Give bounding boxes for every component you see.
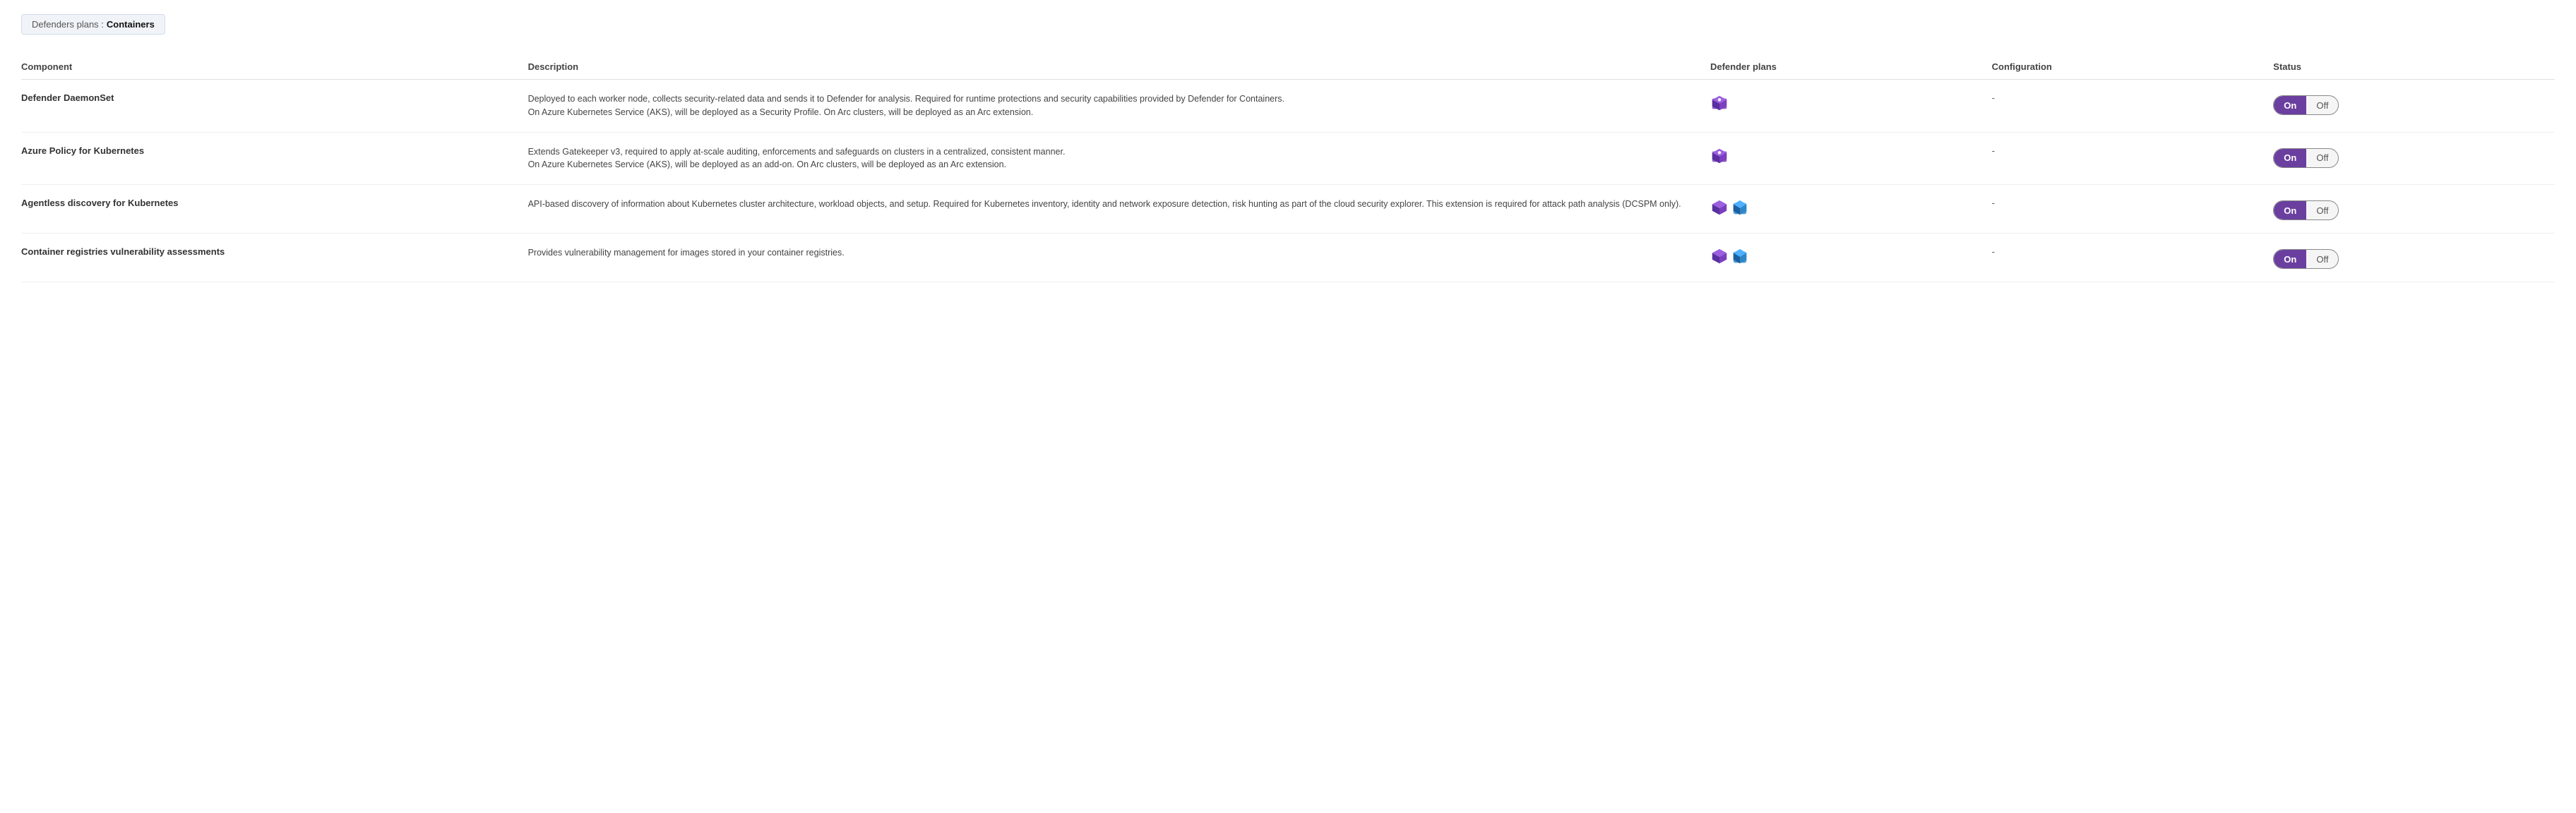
toggle-on-azure-policy-kubernetes[interactable]: On bbox=[2274, 149, 2306, 167]
status-container-registries-vulnerability: On Off bbox=[2273, 234, 2555, 282]
col-header-component: Component bbox=[21, 54, 528, 80]
table-row: Azure Policy for KubernetesExtends Gatek… bbox=[21, 132, 2555, 185]
toggle-container-agentless-discovery-kubernetes: On Off bbox=[2273, 200, 2546, 220]
toggle-container-container-registries-vulnerability: On Off bbox=[2273, 249, 2546, 269]
component-name-defender-daemonset: Defender DaemonSet bbox=[21, 80, 528, 133]
col-header-description: Description bbox=[528, 54, 1710, 80]
breadcrumb: Defenders plans : Containers bbox=[21, 14, 165, 35]
table-header-row: Component Description Defender plans Con… bbox=[21, 54, 2555, 80]
toggle-on-agentless-discovery-kubernetes[interactable]: On bbox=[2274, 201, 2306, 219]
col-header-configuration: Configuration bbox=[1992, 54, 2274, 80]
toggle-off-agentless-discovery-kubernetes[interactable]: Off bbox=[2306, 201, 2338, 219]
description-agentless-discovery-kubernetes: API-based discovery of information about… bbox=[528, 185, 1710, 234]
status-toggle-agentless-discovery-kubernetes[interactable]: On Off bbox=[2273, 200, 2339, 220]
configuration-defender-daemonset: - bbox=[1992, 80, 2274, 133]
toggle-off-azure-policy-kubernetes[interactable]: Off bbox=[2306, 149, 2338, 167]
toggle-on-defender-daemonset[interactable]: On bbox=[2274, 96, 2306, 114]
toggle-on-container-registries-vulnerability[interactable]: On bbox=[2274, 250, 2306, 268]
description-defender-daemonset: Deployed to each worker node, collects s… bbox=[528, 80, 1710, 133]
component-name-agentless-discovery-kubernetes: Agentless discovery for Kubernetes bbox=[21, 185, 528, 234]
breadcrumb-prefix: Defenders plans : bbox=[32, 19, 104, 30]
table-row: Defender DaemonSetDeployed to each worke… bbox=[21, 80, 2555, 133]
status-azure-policy-kubernetes: On Off bbox=[2273, 132, 2555, 185]
col-header-defender-plans: Defender plans bbox=[1710, 54, 1992, 80]
breadcrumb-current: Containers bbox=[107, 19, 155, 30]
component-name-azure-policy-kubernetes: Azure Policy for Kubernetes bbox=[21, 132, 528, 185]
toggle-off-container-registries-vulnerability[interactable]: Off bbox=[2306, 250, 2338, 268]
table-row: Container registries vulnerability asses… bbox=[21, 234, 2555, 282]
configuration-container-registries-vulnerability: - bbox=[1992, 234, 2274, 282]
defender-plan-icon-container-registries-vulnerability bbox=[1710, 234, 1992, 282]
defender-plan-icon-azure-policy-kubernetes bbox=[1710, 132, 1992, 185]
status-toggle-defender-daemonset[interactable]: On Off bbox=[2273, 95, 2339, 115]
description-container-registries-vulnerability: Provides vulnerability management for im… bbox=[528, 234, 1710, 282]
defender-plan-icon-defender-daemonset bbox=[1710, 80, 1992, 133]
toggle-off-defender-daemonset[interactable]: Off bbox=[2306, 96, 2338, 114]
status-toggle-azure-policy-kubernetes[interactable]: On Off bbox=[2273, 148, 2339, 168]
component-name-container-registries-vulnerability: Container registries vulnerability asses… bbox=[21, 234, 528, 282]
col-header-status: Status bbox=[2273, 54, 2555, 80]
toggle-container-azure-policy-kubernetes: On Off bbox=[2273, 148, 2546, 168]
description-azure-policy-kubernetes: Extends Gatekeeper v3, required to apply… bbox=[528, 132, 1710, 185]
status-defender-daemonset: On Off bbox=[2273, 80, 2555, 133]
configuration-agentless-discovery-kubernetes: - bbox=[1992, 185, 2274, 234]
table-row: Agentless discovery for KubernetesAPI-ba… bbox=[21, 185, 2555, 234]
components-table: Component Description Defender plans Con… bbox=[21, 54, 2555, 282]
toggle-container-defender-daemonset: On Off bbox=[2273, 95, 2546, 115]
status-agentless-discovery-kubernetes: On Off bbox=[2273, 185, 2555, 234]
defender-plan-icon-agentless-discovery-kubernetes bbox=[1710, 185, 1992, 234]
configuration-azure-policy-kubernetes: - bbox=[1992, 132, 2274, 185]
status-toggle-container-registries-vulnerability[interactable]: On Off bbox=[2273, 249, 2339, 269]
